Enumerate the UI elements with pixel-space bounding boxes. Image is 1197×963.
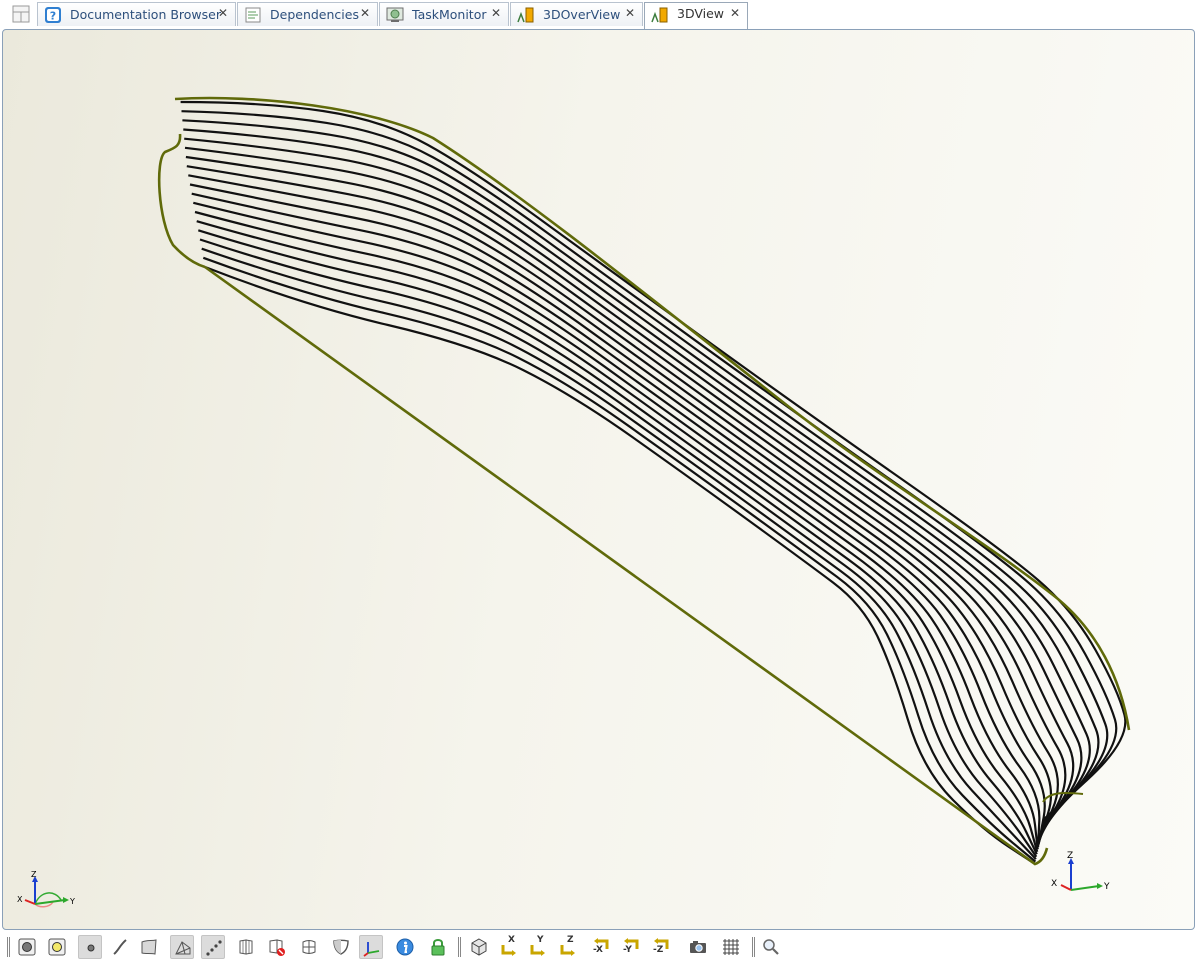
toolbar-grip[interactable]: [7, 937, 10, 957]
axis-y-label: Y: [69, 897, 75, 906]
hull-wireframe-model: [157, 96, 1131, 866]
lock-button[interactable]: [426, 935, 450, 959]
toolbar-separator: [458, 937, 461, 957]
axis-z-label: Z: [1067, 851, 1073, 861]
3d-viewport[interactable]: Z Y X Z Y X: [2, 29, 1195, 930]
document-icon: [245, 7, 261, 23]
grid-icon: [723, 939, 739, 955]
tab-label: Documentation Browser: [70, 7, 221, 22]
bar-chart-icon: [517, 7, 534, 23]
axis-triad: Z Y X: [1051, 851, 1110, 892]
tab-label: 3DOverView: [543, 7, 621, 22]
clip-delete-button[interactable]: [265, 935, 289, 959]
axis-button[interactable]: [359, 935, 383, 959]
tab-taskmonitor[interactable]: TaskMonitor ✕: [379, 2, 509, 26]
axis-icon: [363, 942, 380, 957]
svg-text:?: ?: [50, 10, 56, 23]
tab-3dview[interactable]: 3DView ✕: [644, 2, 748, 29]
tab-documentation-browser[interactable]: ? Documentation Browser ✕: [37, 2, 236, 26]
hull-section-line: [185, 155, 1075, 836]
wireframe-icon: [175, 941, 191, 955]
wireframe-button[interactable]: [170, 935, 194, 959]
render-points-button[interactable]: [15, 935, 39, 959]
tab-3doverview[interactable]: 3DOverView ✕: [510, 2, 643, 26]
view-y-label: Y: [537, 935, 544, 945]
tab-label: 3DView: [677, 6, 725, 21]
shield-icon: [333, 939, 349, 955]
render-nodes-icon: [48, 938, 66, 956]
monitor-icon: [386, 7, 404, 22]
help-icon: ?: [45, 7, 61, 23]
view-neg-x-button[interactable]: -X: [589, 935, 613, 959]
view-x-label: X: [508, 935, 515, 945]
curve-button[interactable]: [108, 935, 132, 959]
view-neg-z-label: -Z: [653, 945, 664, 955]
close-icon[interactable]: ✕: [218, 6, 228, 20]
grid-button[interactable]: [719, 935, 743, 959]
axis-triad-small: Z Y X: [17, 870, 75, 908]
view-neg-z-button[interactable]: -Z: [649, 935, 673, 959]
split-view-button[interactable]: [234, 935, 258, 959]
view-neg-y-label: -Y: [623, 945, 632, 955]
zoom-icon: [763, 939, 779, 955]
dotted-line-icon: [206, 940, 222, 956]
hull-section-line: [183, 128, 1100, 829]
render-points-icon: [18, 938, 36, 956]
camera-icon: [690, 941, 706, 953]
toolbar-separator: [752, 937, 755, 957]
layout-icon[interactable]: [12, 5, 30, 23]
view-z-label: Z: [567, 935, 574, 945]
shield-button[interactable]: [329, 935, 353, 959]
point-size-icon: [87, 944, 95, 952]
close-icon[interactable]: ✕: [730, 6, 740, 20]
hull-bow-line: [157, 133, 206, 269]
hull-section-lines: [180, 100, 1127, 865]
hull-section-line: [180, 100, 1127, 821]
axis-x-label: X: [17, 895, 23, 904]
grid-surface-button[interactable]: [297, 935, 321, 959]
hull-section-line: [202, 256, 1037, 863]
lock-icon: [431, 939, 445, 956]
info-button[interactable]: [393, 935, 417, 959]
clip-delete-icon: [269, 939, 285, 956]
axis-y-label: Y: [1103, 882, 1110, 892]
view-y-button[interactable]: Y: [526, 935, 550, 959]
tab-label: Dependencies: [270, 7, 359, 22]
split-view-icon: [239, 939, 253, 955]
info-icon: [396, 938, 414, 956]
cube-view-icon: [471, 938, 487, 956]
view-neg-x-label: -X: [593, 945, 603, 955]
view-z-button[interactable]: Z: [556, 935, 580, 959]
hull-section-line: [197, 229, 1038, 855]
hull-section-line: [181, 110, 1118, 824]
surface-button[interactable]: [137, 935, 161, 959]
cube-view-button[interactable]: [467, 935, 491, 959]
hull-section-line: [199, 238, 1038, 858]
hull-deck-line: [174, 96, 1131, 731]
tab-dependencies[interactable]: Dependencies ✕: [237, 2, 378, 26]
curve-icon: [113, 939, 127, 955]
axis-z-label: Z: [31, 870, 37, 879]
zoom-button[interactable]: [759, 935, 783, 959]
bar-chart-icon: [651, 7, 668, 23]
point-size-button[interactable]: [78, 935, 102, 959]
camera-button[interactable]: [686, 935, 710, 959]
grid-surface-icon: [302, 940, 316, 954]
axis-x-label: X: [1051, 879, 1057, 889]
view-neg-y-button[interactable]: -Y: [619, 935, 643, 959]
render-nodes-button[interactable]: [45, 935, 69, 959]
view-x-button[interactable]: X: [497, 935, 521, 959]
close-icon[interactable]: ✕: [625, 6, 635, 20]
close-icon[interactable]: ✕: [491, 6, 501, 20]
tab-bar: ? Documentation Browser ✕ Dependencies ✕…: [0, 0, 1197, 29]
surface-icon: [141, 939, 157, 955]
tab-label: TaskMonitor: [412, 7, 487, 22]
dotted-line-button[interactable]: [201, 935, 225, 959]
close-icon[interactable]: ✕: [360, 6, 370, 20]
hull-section-line: [189, 183, 1053, 843]
view-toolbar: X Y Z -X -Y -Z: [0, 931, 1197, 963]
